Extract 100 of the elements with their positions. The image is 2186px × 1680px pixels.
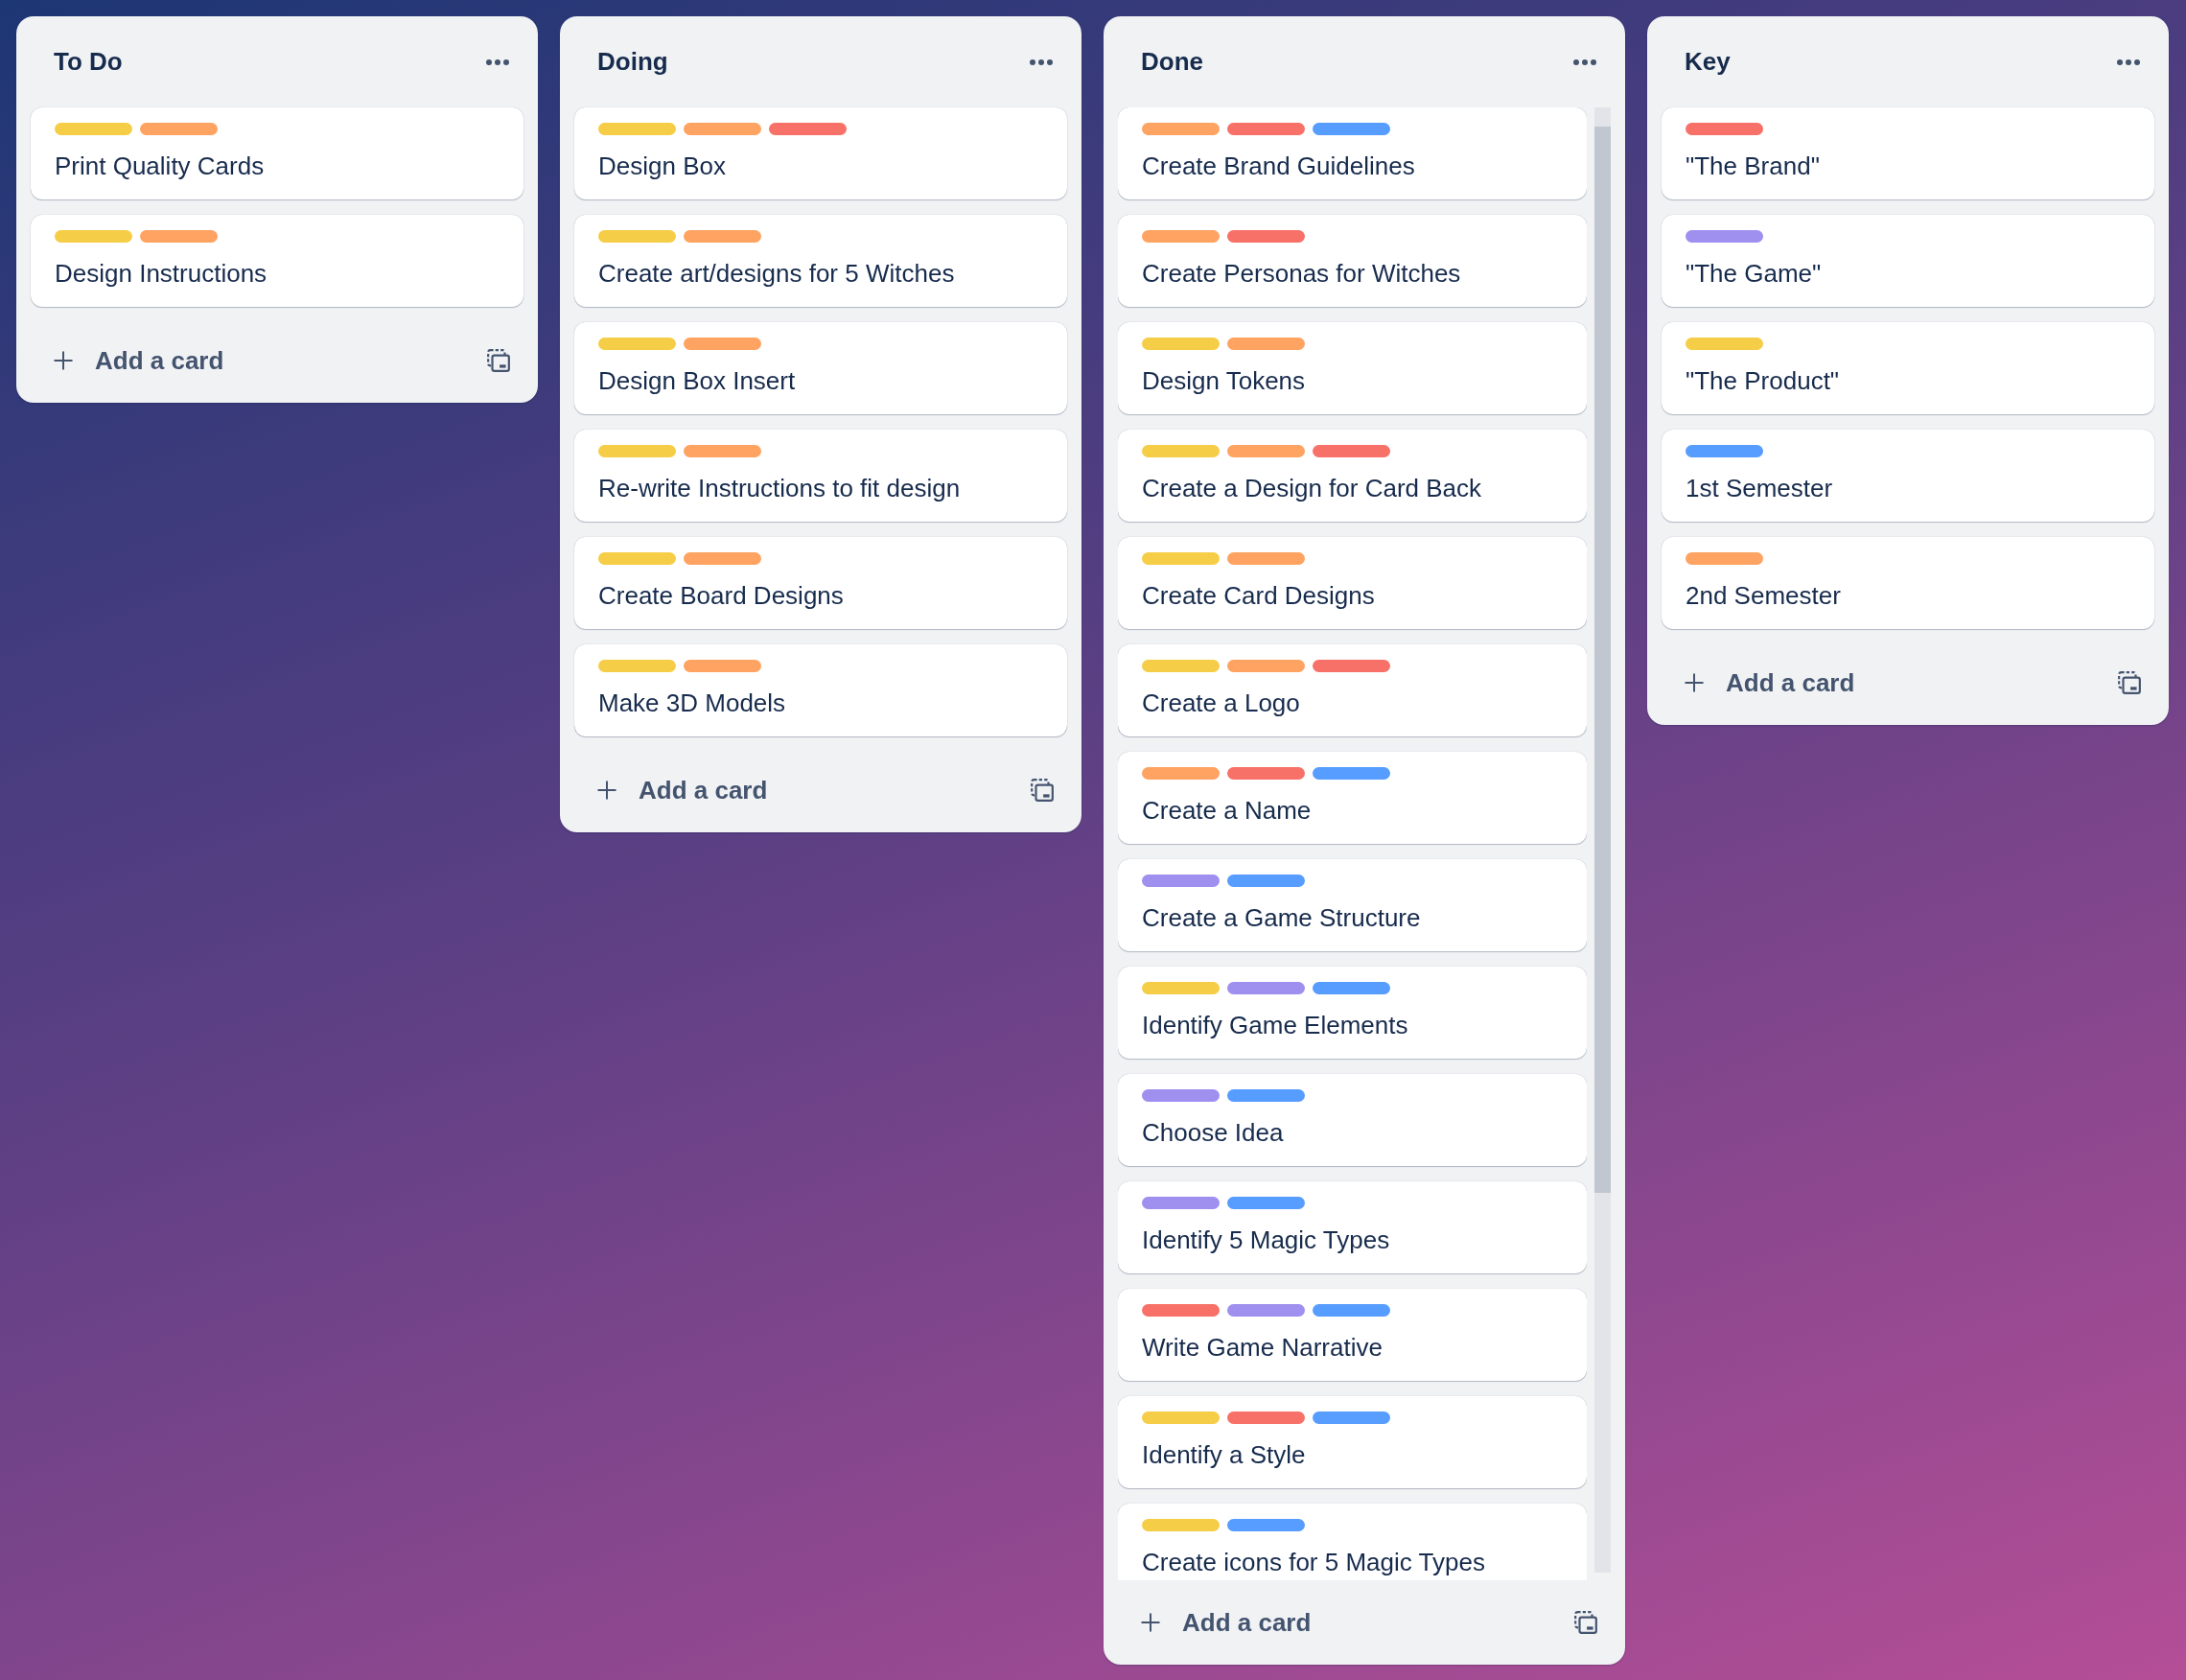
card-label[interactable] [1227,767,1305,780]
create-from-template-button[interactable] [1028,776,1057,805]
card-label[interactable] [1227,445,1305,457]
card-label[interactable] [1142,767,1220,780]
card-title: 1st Semester [1686,473,1834,503]
create-from-template-button[interactable] [484,346,513,375]
card-label[interactable] [1142,230,1220,243]
card[interactable]: Create a Logo [1118,644,1587,736]
card-label[interactable] [1142,1089,1220,1102]
card-label[interactable] [598,445,676,457]
card-label[interactable] [1313,123,1390,135]
card-label[interactable] [1313,1412,1390,1424]
card-label[interactable] [1142,660,1220,672]
card-label[interactable] [1142,1304,1220,1317]
card[interactable]: Create a Name [1118,752,1587,844]
card[interactable]: "The Brand" [1662,107,2154,199]
card[interactable]: Identify 5 Magic Types [1118,1181,1587,1273]
create-from-template-button[interactable] [1571,1608,1600,1637]
card-label[interactable] [55,230,132,243]
card-title: Create a Design for Card Back [1142,473,1483,503]
card-label[interactable] [1227,1519,1305,1531]
card[interactable]: Make 3D Models [574,644,1067,736]
card[interactable]: Identify a Style [1118,1396,1587,1488]
card-label[interactable] [684,552,761,565]
card[interactable]: 1st Semester [1662,430,2154,522]
card[interactable]: "The Product" [1662,322,2154,414]
card-label[interactable] [1313,982,1390,994]
card[interactable]: Design Box [574,107,1067,199]
card[interactable]: Identify Game Elements [1118,967,1587,1059]
card[interactable]: Design Tokens [1118,322,1587,414]
add-card-button[interactable]: Add a card [1680,664,1855,702]
card-label[interactable] [684,445,761,457]
card-label[interactable] [1313,445,1390,457]
add-card-button[interactable]: Add a card [1136,1603,1312,1642]
add-card-button[interactable]: Add a card [49,341,224,380]
card[interactable]: Create Card Designs [1118,537,1587,629]
card[interactable]: Create Board Designs [574,537,1067,629]
card-label[interactable] [140,123,218,135]
card[interactable]: Write Game Narrative [1118,1289,1587,1381]
card-label[interactable] [1142,982,1220,994]
card-title: Identify a Style [1142,1439,1307,1470]
card[interactable]: Design Instructions [31,215,523,307]
card-label[interactable] [1227,123,1305,135]
card[interactable]: Re-write Instructions to fit design [574,430,1067,522]
card-label[interactable] [1142,338,1220,350]
card-label[interactable] [1227,1197,1305,1209]
card-label[interactable] [1227,1089,1305,1102]
card-label[interactable] [1686,338,1763,350]
card-label[interactable] [1142,1412,1220,1424]
card-title: Create a Game Structure [1142,902,1422,933]
card-label[interactable] [55,123,132,135]
card-label[interactable] [1686,552,1763,565]
card-label[interactable] [598,338,676,350]
card-label[interactable] [769,123,847,135]
card-label[interactable] [1227,1304,1305,1317]
card-label[interactable] [598,552,676,565]
card-label[interactable] [1142,445,1220,457]
card-label[interactable] [684,230,761,243]
scrollbar[interactable] [1594,107,1611,1573]
card-label[interactable] [1313,767,1390,780]
card-title: Write Game Narrative [1142,1332,1384,1363]
card-label[interactable] [598,230,676,243]
card[interactable]: Create icons for 5 Magic Types [1118,1504,1587,1580]
card-label[interactable] [1313,660,1390,672]
card-label[interactable] [140,230,218,243]
card-label[interactable] [1142,1519,1220,1531]
card-label[interactable] [1142,552,1220,565]
card-label[interactable] [598,660,676,672]
card-label[interactable] [1227,338,1305,350]
card-label[interactable] [1227,660,1305,672]
card-label[interactable] [1686,123,1763,135]
card-label[interactable] [1227,982,1305,994]
card-label[interactable] [598,123,676,135]
card-label[interactable] [1686,230,1763,243]
card[interactable]: Create Brand Guidelines [1118,107,1587,199]
card[interactable]: Design Box Insert [574,322,1067,414]
card[interactable]: Create art/designs for 5 Witches [574,215,1067,307]
card-label[interactable] [684,660,761,672]
card-label[interactable] [1142,1197,1220,1209]
card-label[interactable] [1142,875,1220,887]
card[interactable]: Print Quality Cards [31,107,523,199]
card-label[interactable] [1686,445,1763,457]
card-label[interactable] [1227,1412,1305,1424]
card[interactable]: Create a Game Structure [1118,859,1587,951]
card-label[interactable] [1227,875,1305,887]
card-title: 2nd Semester [1686,580,1842,611]
card-label[interactable] [1313,1304,1390,1317]
scrollbar-thumb[interactable] [1594,127,1611,1193]
card[interactable]: 2nd Semester [1662,537,2154,629]
card[interactable]: Create a Design for Card Back [1118,430,1587,522]
card-label[interactable] [1227,552,1305,565]
card-label[interactable] [684,123,761,135]
card[interactable]: Choose Idea [1118,1074,1587,1166]
card[interactable]: "The Game" [1662,215,2154,307]
create-from-template-button[interactable] [2115,668,2144,697]
card-label[interactable] [1142,123,1220,135]
card-label[interactable] [684,338,761,350]
card-label[interactable] [1227,230,1305,243]
card[interactable]: Create Personas for Witches [1118,215,1587,307]
add-card-button[interactable]: Add a card [593,771,768,809]
